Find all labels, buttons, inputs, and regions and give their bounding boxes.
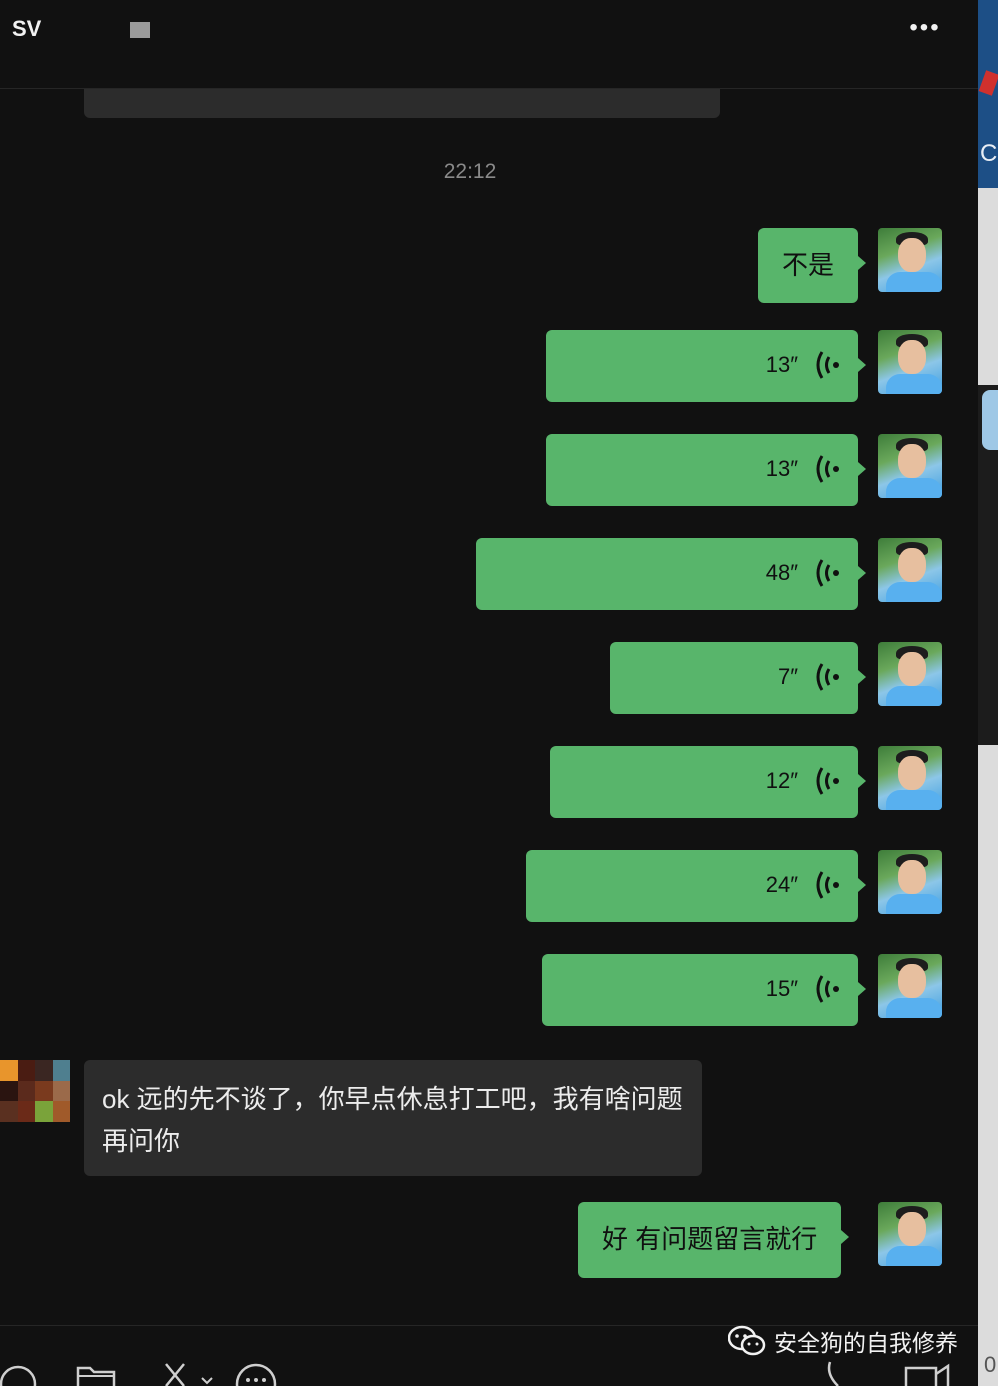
my-avatar[interactable] (878, 538, 942, 602)
voice-wave-icon (816, 767, 839, 795)
emoji-icon[interactable] (0, 1360, 40, 1386)
contact-avatar[interactable] (0, 1060, 70, 1122)
voice-duration: 15″ (765, 976, 798, 1001)
voice-wave-icon (816, 975, 839, 1003)
voice-wave-icon (816, 871, 839, 899)
received-message-bubble[interactable]: ok 远的先不谈了，你早点休息打工吧，我有啥问题再问你 (84, 1060, 702, 1176)
screenshot-scissors-icon[interactable] (160, 1360, 220, 1386)
voice-message-bubble[interactable]: 24″ (526, 850, 866, 922)
sent-message-bubble[interactable]: 好 有问题留言就行 (578, 1202, 850, 1278)
voice-message-bubble[interactable]: 15″ (542, 954, 866, 1026)
voice-duration: 13″ (765, 352, 798, 377)
my-avatar[interactable] (878, 850, 942, 914)
voice-duration: 12″ (765, 768, 798, 793)
voice-duration: 24″ (765, 872, 798, 897)
sent-message-bubble[interactable]: 不是 (758, 228, 867, 303)
voice-message-bubble[interactable]: 13″ (546, 434, 866, 506)
voice-message-bubble[interactable]: 12″ (550, 746, 866, 818)
message-timestamp: 22:12 (443, 160, 497, 183)
phone-call-icon[interactable] (822, 1360, 852, 1386)
received-message-text: ok 远的先不谈了，你早点休息打工吧，我有啥问题再问你 (102, 1084, 683, 1156)
my-avatar[interactable] (878, 642, 942, 706)
folder-icon[interactable] (76, 1360, 118, 1386)
my-avatar[interactable] (878, 434, 942, 498)
background-window-digit: 0 (984, 1352, 997, 1377)
my-avatar[interactable] (878, 954, 942, 1018)
watermark: 安全狗的自我修养 (728, 1322, 958, 1360)
background-window-letter: C (980, 140, 998, 167)
my-avatar[interactable] (878, 746, 942, 810)
voice-duration: 48″ (765, 560, 798, 585)
voice-duration: 7″ (777, 664, 798, 689)
more-options-button[interactable]: ••• (900, 16, 950, 40)
my-avatar[interactable] (878, 330, 942, 394)
video-call-icon[interactable] (902, 1360, 952, 1386)
voice-wave-icon (816, 663, 839, 691)
voice-wave-icon (816, 351, 839, 379)
chat-title: SV (12, 16, 42, 41)
watermark-text: 安全狗的自我修养 (774, 1330, 958, 1356)
chat-history-icon[interactable] (234, 1360, 278, 1386)
background-window: C 0 (978, 0, 998, 1386)
voice-duration: 13″ (765, 456, 798, 481)
wechat-logo-icon (728, 1325, 766, 1356)
my-avatar[interactable] (878, 1202, 942, 1266)
voice-wave-icon (816, 455, 839, 483)
background-window-image (982, 390, 998, 450)
sent-message-text: 好 有问题留言就行 (602, 1224, 818, 1254)
voice-message-bubble[interactable]: 48″ (476, 538, 866, 610)
my-avatar[interactable] (878, 228, 942, 292)
voice-message-bubble[interactable]: 7″ (610, 642, 866, 714)
voice-message-bubble[interactable]: 13″ (546, 330, 866, 402)
voice-wave-icon (816, 559, 839, 587)
chat-header: SV ••• (0, 0, 978, 89)
title-redaction (130, 22, 150, 38)
sent-message-text: 不是 (782, 250, 835, 280)
